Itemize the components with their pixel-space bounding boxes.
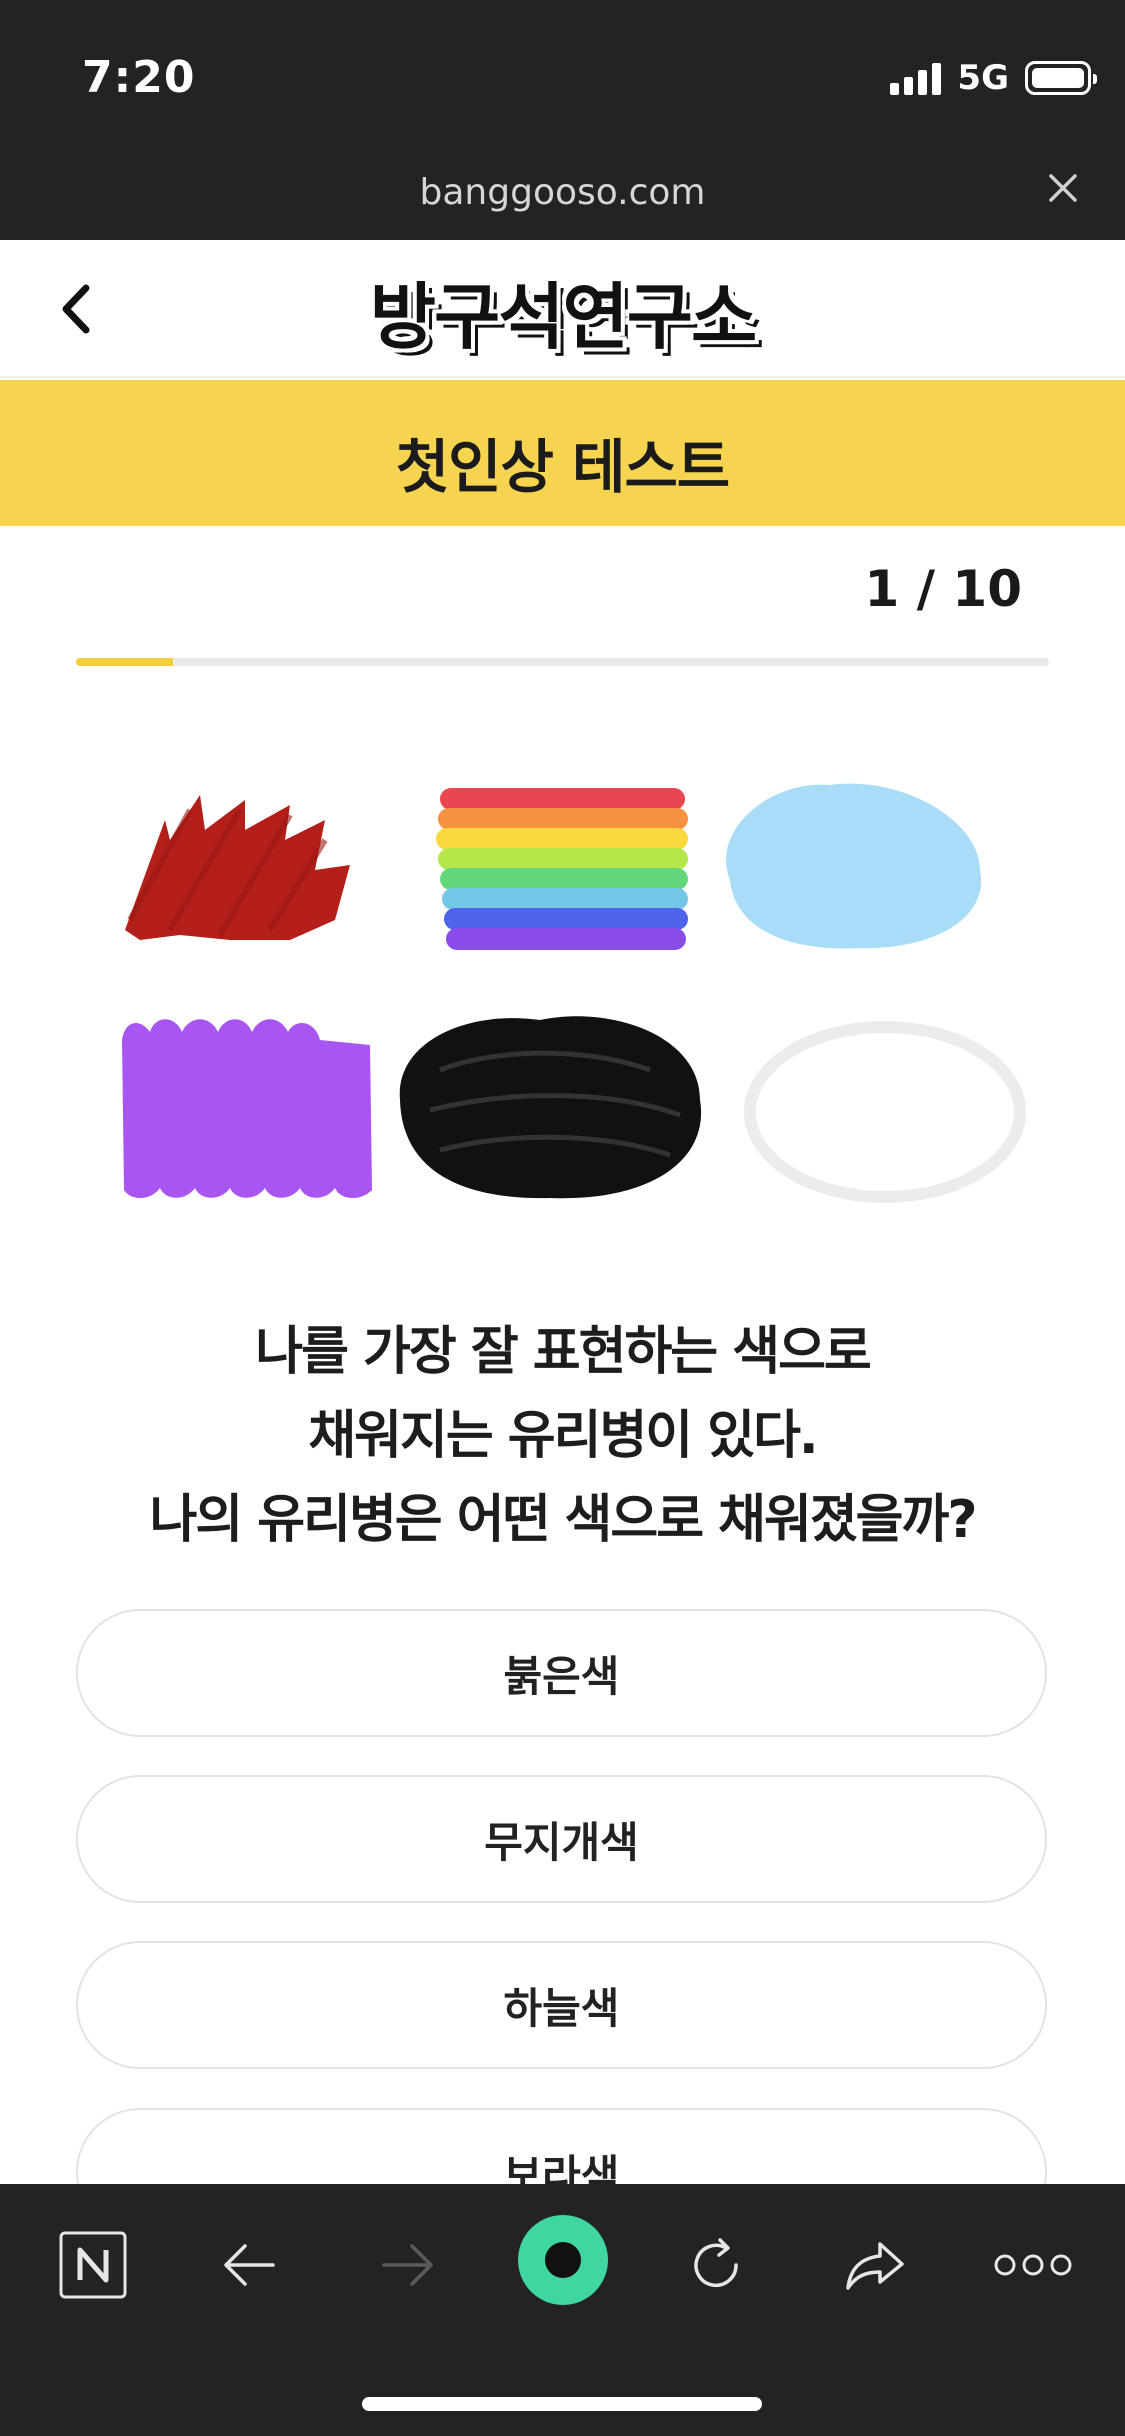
site-header: 방구석연구소 bbox=[0, 240, 1125, 378]
color-scribbles-illustration bbox=[122, 783, 1026, 1203]
option-label: 무지개색 bbox=[484, 1817, 639, 1867]
back-arrow-icon[interactable] bbox=[205, 2220, 295, 2310]
naver-icon[interactable] bbox=[48, 2220, 138, 2310]
refresh-icon[interactable] bbox=[672, 2220, 762, 2310]
option-label: 하늘색 bbox=[503, 1983, 620, 2033]
battery-icon bbox=[1025, 61, 1097, 95]
title-band: 첫인상 테스트 bbox=[0, 380, 1125, 526]
green-dot-icon[interactable] bbox=[517, 2214, 609, 2306]
url-text[interactable]: banggooso.com bbox=[0, 172, 1125, 213]
status-time: 7:20 bbox=[82, 52, 196, 103]
question-counter: 1 / 10 bbox=[864, 560, 1022, 618]
more-icon[interactable] bbox=[988, 2220, 1078, 2310]
question-line: 나를 가장 잘 표현하는 색으로 bbox=[255, 1322, 872, 1382]
option-button[interactable]: 무지개색 bbox=[76, 1775, 1047, 1903]
sky-blue-scribble bbox=[726, 783, 982, 949]
progress-bar bbox=[76, 658, 1049, 666]
forward-arrow-icon[interactable] bbox=[362, 2220, 452, 2310]
progress-fill bbox=[76, 658, 174, 666]
close-icon[interactable] bbox=[1041, 166, 1085, 210]
option-label: 붉은색 bbox=[503, 1651, 620, 1701]
white-scribble bbox=[744, 1021, 1026, 1203]
question-line: 나의 유리병은 어떤 색으로 채워졌을까? bbox=[149, 1490, 977, 1550]
test-title: 첫인상 테스트 bbox=[395, 433, 730, 501]
browser-top-bar: 7:20 5G banggooso.com bbox=[0, 0, 1125, 240]
signal-icon bbox=[890, 61, 942, 95]
option-button[interactable]: 붉은색 bbox=[76, 1609, 1047, 1737]
question-line: 채워지는 유리병이 있다. bbox=[308, 1406, 818, 1466]
share-icon[interactable] bbox=[830, 2220, 920, 2310]
black-scribble bbox=[399, 1016, 702, 1199]
purple-scribble bbox=[122, 1019, 372, 1199]
site-logo[interactable]: 방구석연구소 bbox=[0, 258, 1125, 363]
rainbow-scribble bbox=[436, 788, 688, 950]
option-button[interactable]: 하늘색 bbox=[76, 1941, 1047, 2069]
red-scribble bbox=[125, 795, 350, 940]
network-type: 5G bbox=[957, 58, 1009, 98]
status-indicators: 5G bbox=[890, 58, 1097, 98]
home-indicator bbox=[362, 2397, 762, 2411]
question-text: 나를 가장 잘 표현하는 색으로 채워지는 유리병이 있다. 나의 유리병은 어… bbox=[60, 1310, 1065, 1562]
